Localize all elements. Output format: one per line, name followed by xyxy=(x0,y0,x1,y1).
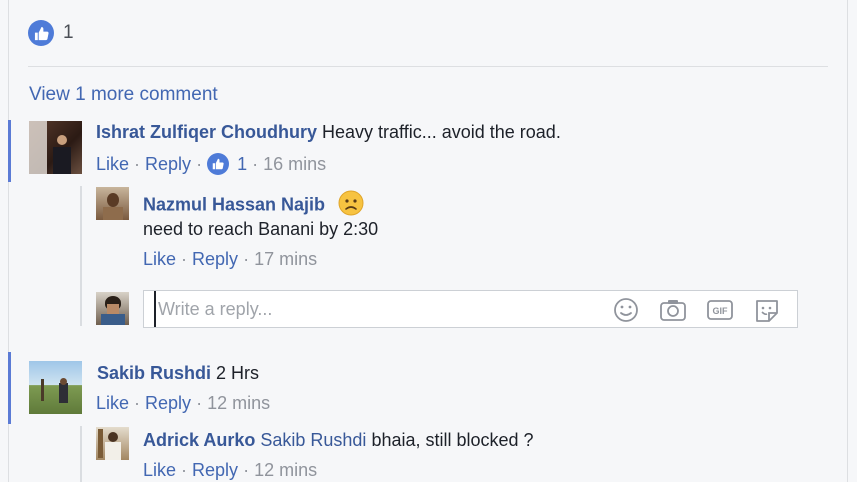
mention-link[interactable]: Sakib Rushdi xyxy=(260,430,366,450)
emoji-icon[interactable] xyxy=(612,297,640,323)
reply-input[interactable] xyxy=(154,291,598,327)
comment-timestamp[interactable]: 16 mins xyxy=(263,154,326,175)
camera-icon[interactable] xyxy=(659,297,687,323)
divider xyxy=(28,66,828,67)
like-icon xyxy=(28,20,54,46)
reply-actions: Like · Reply · 17 mins xyxy=(143,249,317,270)
separator: · xyxy=(134,153,141,174)
reply-link[interactable]: Reply xyxy=(192,460,238,481)
separator: · xyxy=(196,153,203,174)
reply-author[interactable]: Nazmul Hassan Najib xyxy=(143,194,325,214)
reply-text: bhaia, still blocked ? xyxy=(371,430,534,450)
separator: · xyxy=(181,460,188,480)
avatar[interactable] xyxy=(29,121,82,174)
separator: · xyxy=(134,393,141,413)
reply-composer: GIF xyxy=(143,290,798,328)
avatar[interactable] xyxy=(96,187,129,220)
separator: · xyxy=(252,153,259,174)
comment-body: Sakib Rushdi 2 Hrs xyxy=(97,363,259,384)
thread-indicator xyxy=(8,120,11,182)
like-link[interactable]: Like xyxy=(143,460,176,481)
comment-author[interactable]: Ishrat Zulfiqer Choudhury xyxy=(96,122,317,142)
reply-actions: Like · Reply · 12 mins xyxy=(143,460,317,481)
comment-author[interactable]: Sakib Rushdi xyxy=(97,363,211,383)
like-link[interactable]: Like xyxy=(96,393,129,414)
reply-timestamp[interactable]: 17 mins xyxy=(254,249,317,270)
reactions-summary[interactable]: 1 xyxy=(28,20,74,46)
comment-like-count[interactable]: 1 xyxy=(237,154,247,175)
view-more-comments-link[interactable]: View 1 more comment xyxy=(29,84,218,106)
separator: · xyxy=(243,460,250,480)
thread-indicator xyxy=(8,352,11,424)
comment-text: 2 Hrs xyxy=(216,363,260,383)
reply-connector xyxy=(80,426,82,482)
avatar[interactable] xyxy=(29,361,82,414)
comment-actions: Like · Reply · 1 · 16 mins xyxy=(96,153,326,175)
separator: · xyxy=(196,393,203,413)
separator: · xyxy=(243,249,250,269)
comment-actions: Like · Reply · 12 mins xyxy=(96,393,270,414)
frowning-emoji-icon xyxy=(338,190,364,221)
current-user-avatar[interactable] xyxy=(96,292,129,325)
svg-text:GIF: GIF xyxy=(713,306,729,316)
like-link[interactable]: Like xyxy=(96,154,129,175)
comment-body: Ishrat Zulfiqer Choudhury Heavy traffic.… xyxy=(96,122,561,143)
separator: · xyxy=(181,249,188,269)
reply-author-line: Nazmul Hassan Najib xyxy=(143,190,364,221)
reply-text: need to reach Banani by 2:30 xyxy=(143,219,379,239)
gif-icon[interactable]: GIF xyxy=(706,297,734,323)
like-icon xyxy=(207,153,230,175)
like-link[interactable]: Like xyxy=(143,249,176,270)
avatar[interactable] xyxy=(96,427,129,460)
reply-timestamp[interactable]: 12 mins xyxy=(254,460,317,481)
comment-text: Heavy traffic... avoid the road. xyxy=(322,122,561,142)
reply-author[interactable]: Adrick Aurko xyxy=(143,430,255,450)
comment-timestamp[interactable]: 12 mins xyxy=(207,393,270,414)
reaction-count: 1 xyxy=(63,22,74,43)
sticker-icon[interactable] xyxy=(753,297,781,323)
reply-body: Adrick Aurko Sakib Rushdi bhaia, still b… xyxy=(143,430,534,451)
reply-link[interactable]: Reply xyxy=(192,249,238,270)
reply-link[interactable]: Reply xyxy=(145,393,191,414)
reply-connector xyxy=(80,186,82,326)
reply-link[interactable]: Reply xyxy=(145,154,191,175)
